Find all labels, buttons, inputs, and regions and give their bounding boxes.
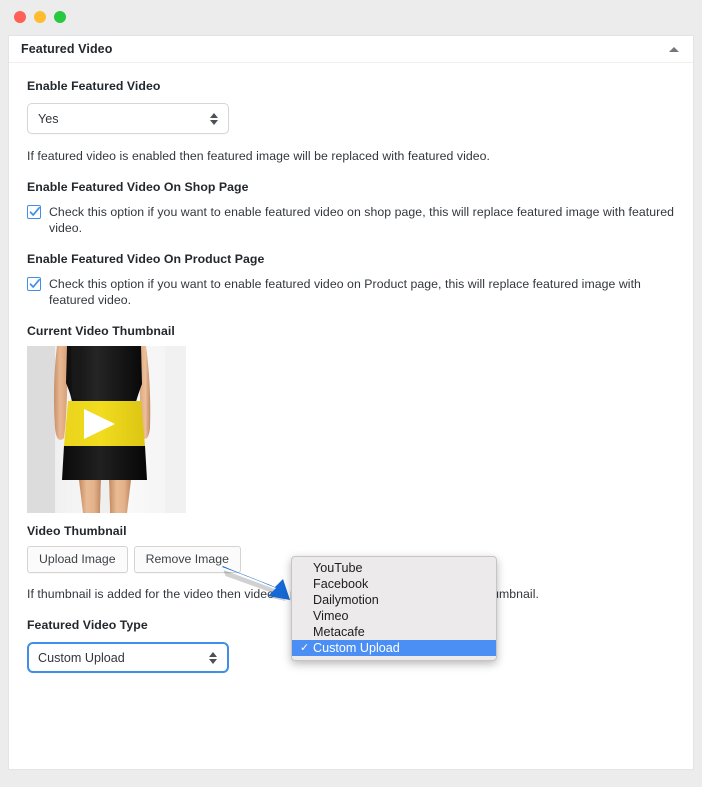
- enable-on-shop-page-checkbox-label: Check this option if you want to enable …: [49, 205, 675, 235]
- metabox-header[interactable]: Featured Video: [9, 36, 693, 63]
- checkmark-icon: ✓: [300, 641, 310, 654]
- dropdown-option-youtube[interactable]: YouTube: [292, 560, 496, 576]
- featured-video-type-select-value: Custom Upload: [38, 650, 125, 665]
- stepper-arrows-icon: [210, 112, 218, 125]
- dropdown-option-label: Metacafe: [313, 625, 365, 639]
- current-video-thumbnail-label: Current Video Thumbnail: [27, 324, 175, 338]
- close-window-button[interactable]: [14, 11, 26, 23]
- enable-on-shop-page-checkbox[interactable]: [27, 205, 41, 219]
- video-thumbnail-label: Video Thumbnail: [27, 524, 127, 538]
- enable-on-product-page-checkbox[interactable]: [27, 277, 41, 291]
- enable-featured-video-select[interactable]: Yes: [27, 103, 229, 134]
- dropdown-option-label: Custom Upload: [313, 641, 400, 655]
- enable-on-shop-page-row[interactable]: Check this option if you want to enable …: [27, 204, 675, 236]
- dropdown-option-custom-upload[interactable]: ✓ Custom Upload: [292, 640, 496, 656]
- stepper-arrows-icon: [209, 651, 217, 664]
- checkmark-icon: [29, 206, 41, 216]
- thumbnail-artwork: [27, 346, 186, 513]
- enable-on-product-page-checkbox-label: Check this option if you want to enable …: [49, 277, 641, 307]
- remove-image-button[interactable]: Remove Image: [133, 546, 241, 573]
- page-title: Featured Video: [21, 42, 113, 56]
- current-video-thumbnail-image[interactable]: [27, 346, 186, 513]
- maximize-window-button[interactable]: [54, 11, 66, 23]
- featured-video-type-dropdown[interactable]: YouTube Facebook Dailymotion Vimeo Metac…: [291, 556, 497, 661]
- triangle-up-glyph: [669, 46, 679, 52]
- dropdown-option-label: Vimeo: [313, 609, 349, 623]
- enable-featured-video-label: Enable Featured Video: [27, 79, 161, 93]
- enable-featured-video-select-value: Yes: [38, 111, 59, 126]
- enable-on-shop-page-label: Enable Featured Video On Shop Page: [27, 180, 249, 194]
- triangle-up-icon[interactable]: [667, 42, 681, 56]
- enable-on-product-page-label: Enable Featured Video On Product Page: [27, 252, 265, 266]
- checkmark-icon: [29, 278, 41, 288]
- dropdown-option-label: YouTube: [313, 561, 363, 575]
- dropdown-option-label: Facebook: [313, 577, 369, 591]
- dropdown-option-label: Dailymotion: [313, 593, 379, 607]
- upload-image-button[interactable]: Upload Image: [27, 546, 128, 573]
- dropdown-option-metacafe[interactable]: Metacafe: [292, 624, 496, 640]
- dropdown-option-vimeo[interactable]: Vimeo: [292, 608, 496, 624]
- dropdown-option-facebook[interactable]: Facebook: [292, 576, 496, 592]
- enable-on-product-page-row[interactable]: Check this option if you want to enable …: [27, 276, 675, 308]
- featured-video-type-select[interactable]: Custom Upload: [27, 642, 229, 673]
- dropdown-option-dailymotion[interactable]: Dailymotion: [292, 592, 496, 608]
- enable-featured-video-help: If featured video is enabled then featur…: [27, 149, 490, 163]
- minimize-window-button[interactable]: [34, 11, 46, 23]
- window-titlebar: [0, 0, 702, 35]
- traffic-light-buttons: [14, 11, 66, 23]
